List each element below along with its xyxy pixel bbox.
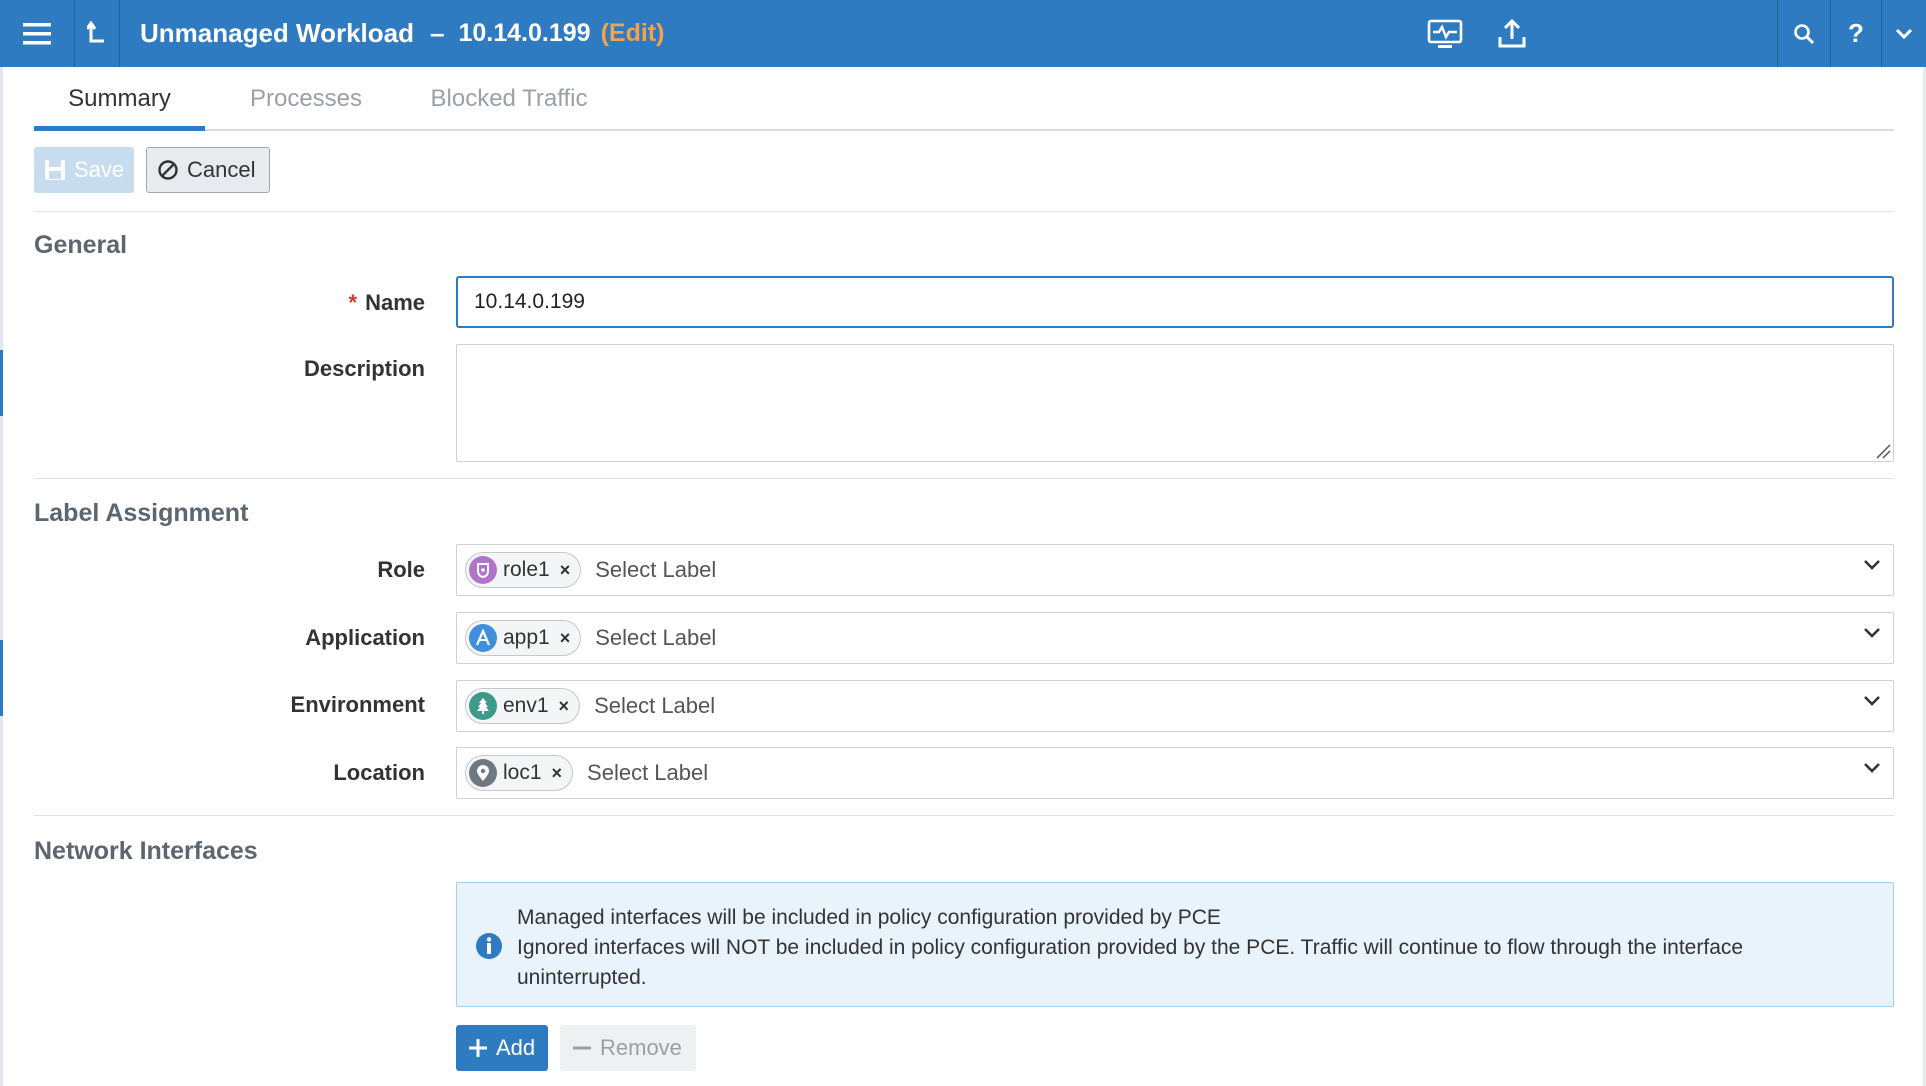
- page-title: Unmanaged Workload – 10.14.0.199 (Edit): [140, 0, 664, 67]
- environment-select-placeholder: Select Label: [594, 693, 716, 718]
- remove-interface-button[interactable]: Remove: [560, 1025, 696, 1071]
- minus-icon: [572, 1038, 592, 1058]
- application-chip: app1 ×: [465, 620, 582, 656]
- role-select-placeholder: Select Label: [595, 557, 717, 582]
- section-title-label-assignment: Label Assignment: [34, 499, 249, 527]
- monitor-button[interactable]: [1420, 0, 1470, 67]
- location-label: Location: [333, 760, 425, 785]
- left-edge: [0, 67, 3, 1086]
- plus-icon: [468, 1038, 488, 1058]
- remove-location-chip-button[interactable]: ×: [552, 763, 563, 784]
- return-up-icon: [87, 20, 104, 42]
- title-separator: –: [430, 18, 445, 48]
- search-icon: [1794, 23, 1815, 44]
- location-select[interactable]: loc1 × Select Label: [456, 747, 1894, 799]
- search-button[interactable]: [1778, 0, 1830, 67]
- info-icon: [476, 933, 502, 959]
- info-banner: Managed interfaces will be included in p…: [456, 882, 1894, 1007]
- required-marker: *: [348, 290, 358, 315]
- environment-select[interactable]: env1 × Select Label: [456, 680, 1894, 732]
- location-chip-label: loc1: [503, 761, 542, 784]
- remove-label: Remove: [600, 1035, 682, 1060]
- hamburger-menu-button[interactable]: [0, 0, 74, 67]
- divider: [34, 815, 1894, 816]
- location-chip: loc1 ×: [465, 755, 574, 791]
- help-button[interactable]: ?: [1831, 0, 1881, 67]
- name-label-text: Name: [365, 290, 425, 315]
- name-label: * Name: [349, 290, 425, 316]
- chevron-down-icon: [1895, 28, 1913, 39]
- info-line-managed: Managed interfaces will be included in p…: [517, 906, 1221, 929]
- resize-grip-icon[interactable]: [1875, 443, 1891, 459]
- tab-bar: Summary Processes Blocked Traffic: [34, 67, 1894, 131]
- floppy-disk-icon: [44, 159, 66, 181]
- role-icon: [469, 556, 497, 584]
- chevron-down-icon[interactable]: [1863, 627, 1881, 639]
- remove-role-chip-button[interactable]: ×: [560, 560, 571, 581]
- role-select[interactable]: role1 × Select Label: [456, 544, 1894, 596]
- environment-chip-label: env1: [503, 694, 549, 717]
- environment-chip: env1 ×: [465, 688, 581, 724]
- divider: [34, 211, 1894, 212]
- tab-processes[interactable]: Processes: [231, 67, 381, 131]
- remove-environment-chip-button[interactable]: ×: [559, 696, 570, 717]
- role-chip: role1 ×: [465, 552, 582, 588]
- top-bar: Unmanaged Workload – 10.14.0.199 (Edit) …: [0, 0, 1926, 67]
- save-label: Save: [74, 157, 125, 182]
- role-label: Role: [377, 557, 425, 582]
- add-label: Add: [496, 1035, 536, 1060]
- application-icon: [469, 624, 497, 652]
- application-label: Application: [305, 625, 425, 650]
- prohibited-icon: [157, 159, 179, 181]
- tab-summary[interactable]: Summary: [34, 67, 205, 131]
- back-button[interactable]: [75, 0, 119, 67]
- application-select-placeholder: Select Label: [595, 625, 717, 650]
- environment-tree-icon: [469, 692, 497, 720]
- role-chip-label: role1: [503, 558, 550, 581]
- section-title-network-interfaces: Network Interfaces: [34, 837, 258, 865]
- location-select-placeholder: Select Label: [587, 760, 709, 785]
- edit-mode-badge: (Edit): [600, 19, 665, 47]
- location-pin-icon: [469, 759, 497, 787]
- application-select[interactable]: app1 × Select Label: [456, 612, 1894, 664]
- section-title-general: General: [34, 231, 128, 259]
- monitor-icon: [1427, 19, 1463, 48]
- upload-button[interactable]: [1490, 0, 1534, 67]
- description-label: Description: [303, 356, 425, 381]
- cancel-button[interactable]: Cancel: [146, 147, 270, 193]
- save-button[interactable]: Save: [34, 147, 134, 193]
- remove-application-chip-button[interactable]: ×: [560, 628, 571, 649]
- upload-icon: [1498, 18, 1526, 47]
- hamburger-icon: [23, 22, 51, 44]
- environment-label: Environment: [290, 692, 425, 717]
- chevron-down-icon[interactable]: [1863, 762, 1881, 774]
- application-chip-label: app1: [503, 626, 550, 649]
- add-interface-button[interactable]: Add: [456, 1025, 548, 1071]
- chevron-down-icon[interactable]: [1863, 559, 1881, 571]
- info-line-ignored: Ignored interfaces will NOT be included …: [517, 936, 1744, 989]
- page-title-text: Unmanaged Workload: [140, 18, 415, 48]
- name-input[interactable]: 10.14.0.199: [456, 276, 1894, 328]
- help-icon: ?: [1848, 18, 1864, 48]
- tab-blocked-traffic[interactable]: Blocked Traffic: [407, 67, 611, 131]
- chevron-down-icon[interactable]: [1863, 695, 1881, 707]
- divider: [34, 478, 1894, 479]
- title-host: 10.14.0.199: [458, 19, 591, 47]
- description-textarea[interactable]: [456, 344, 1894, 462]
- cancel-label: Cancel: [187, 157, 256, 182]
- user-menu-button[interactable]: [1882, 0, 1926, 67]
- name-input-value: 10.14.0.199: [474, 290, 585, 313]
